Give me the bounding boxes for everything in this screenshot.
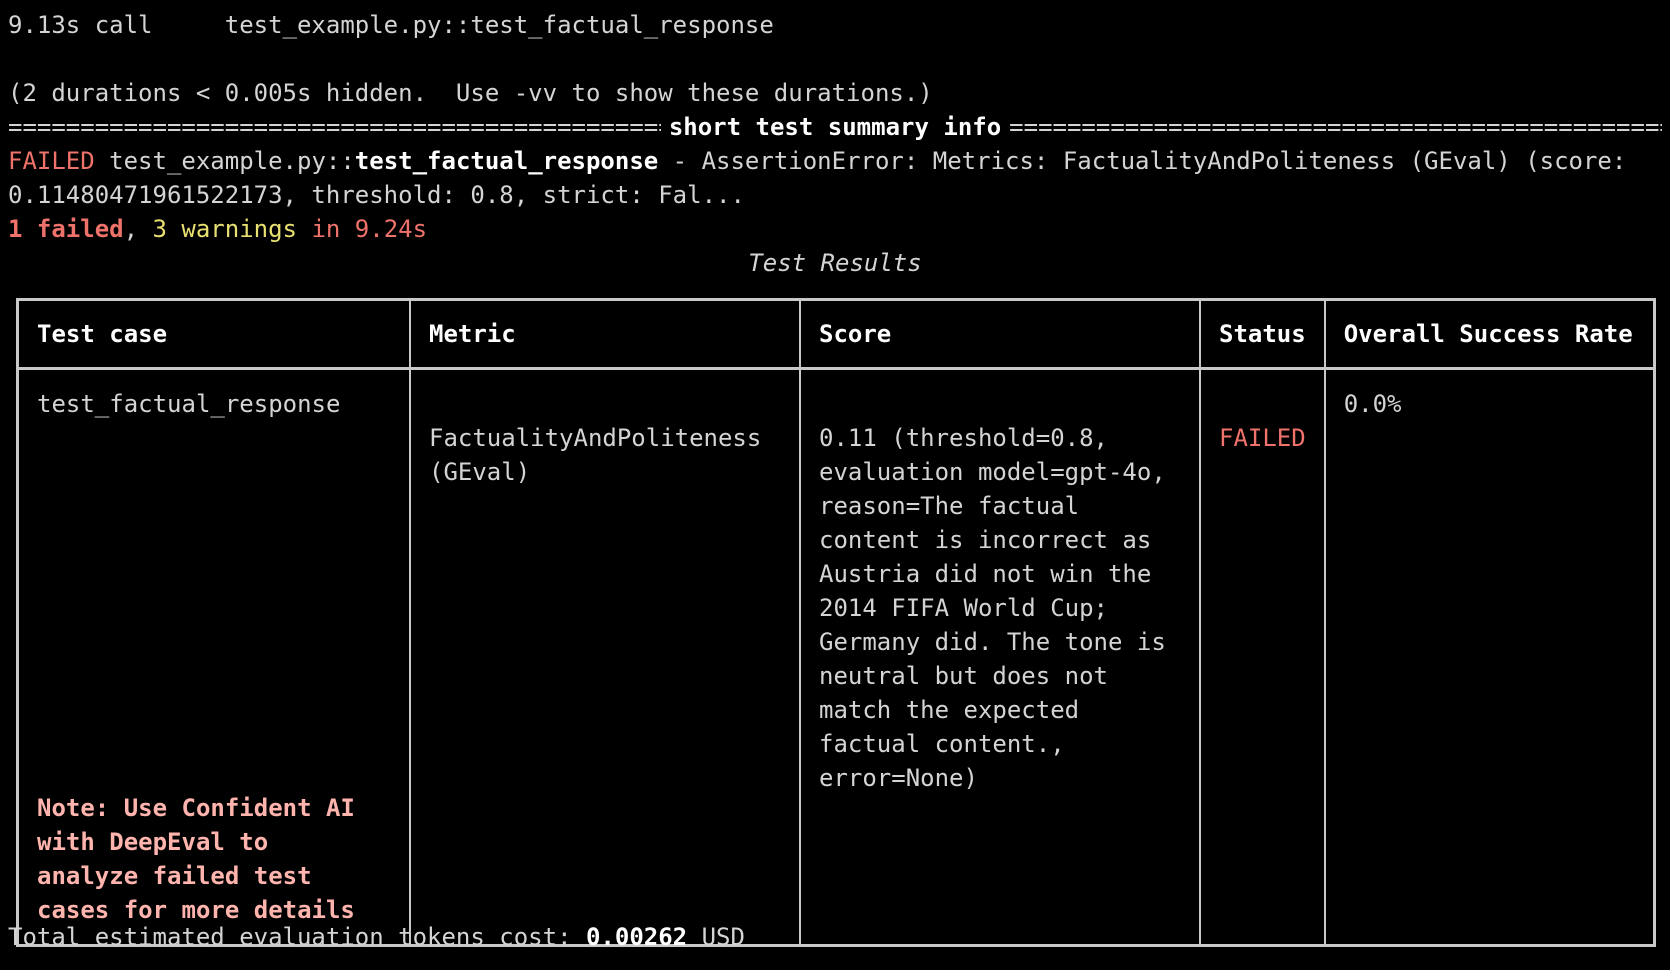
header-success-rate: Overall Success Rate [1323,298,1656,370]
score-details: 0.11 (threshold=0.8, evaluation model=gp… [819,424,1166,792]
summary-sep: , [123,215,153,243]
failure-summary-line: FAILED test_example.py::test_factual_res… [8,144,1662,212]
status-badge: FAILED [1219,424,1306,452]
cell-status: FAILED [1199,367,1326,947]
results-table: Test case Metric Score Status Overall Su… [16,298,1656,947]
summary-separator: ========================================… [8,110,1662,144]
cell-score: 0.11 (threshold=0.8, evaluation model=gp… [799,367,1201,947]
results-caption: Test Results [748,249,922,277]
separator-fill-right: ========================================… [1009,113,1662,141]
header-metric: Metric [409,298,801,370]
cost-value: 0.00262 [585,923,688,951]
failed-test-name: test_factual_response [354,147,659,175]
terminal-output: 9.13s call test_example.py::test_factual… [8,8,1662,280]
table-row: test_factual_response Note: Use Confiden… [16,367,1656,947]
table-header-row: Test case Metric Score Status Overall Su… [16,298,1656,370]
metric-name: FactualityAndPoliteness (GEval) [429,424,762,486]
separator-title: short test summary info [668,113,1002,141]
header-test-case: Test case [16,298,411,370]
failed-path-prefix: test_example.py:: [109,147,355,175]
summary-failed: 1 failed [8,215,124,243]
hidden-durations-line: (2 durations < 0.005s hidden. Use -vv to… [8,79,933,107]
success-rate-value: 0.0% [1343,390,1402,418]
cell-test-case: test_factual_response Note: Use Confiden… [16,367,411,947]
cost-prefix: Total estimated evaluation tokens cost: [8,923,586,951]
cost-footer: Total estimated evaluation tokens cost: … [8,920,745,954]
separator-fill-left: ========================================… [8,113,661,141]
confident-ai-note: Note: Use Confident AI with DeepEval to … [37,794,355,924]
test-case-name: test_factual_response [37,390,341,418]
durations-line: 9.13s call test_example.py::test_factual… [8,11,774,39]
summary-time: in 9.24s [297,215,428,243]
cost-unit: USD [687,923,745,951]
header-status: Status [1199,298,1326,370]
run-summary-line: 1 failed, 3 warnings in 9.24s [8,212,1662,246]
failed-label: FAILED [8,147,95,175]
cell-success-rate: 0.0% [1323,367,1656,947]
cell-metric: FactualityAndPoliteness (GEval) [409,367,801,947]
summary-warnings: 3 warnings [152,215,298,243]
header-score: Score [799,298,1201,370]
